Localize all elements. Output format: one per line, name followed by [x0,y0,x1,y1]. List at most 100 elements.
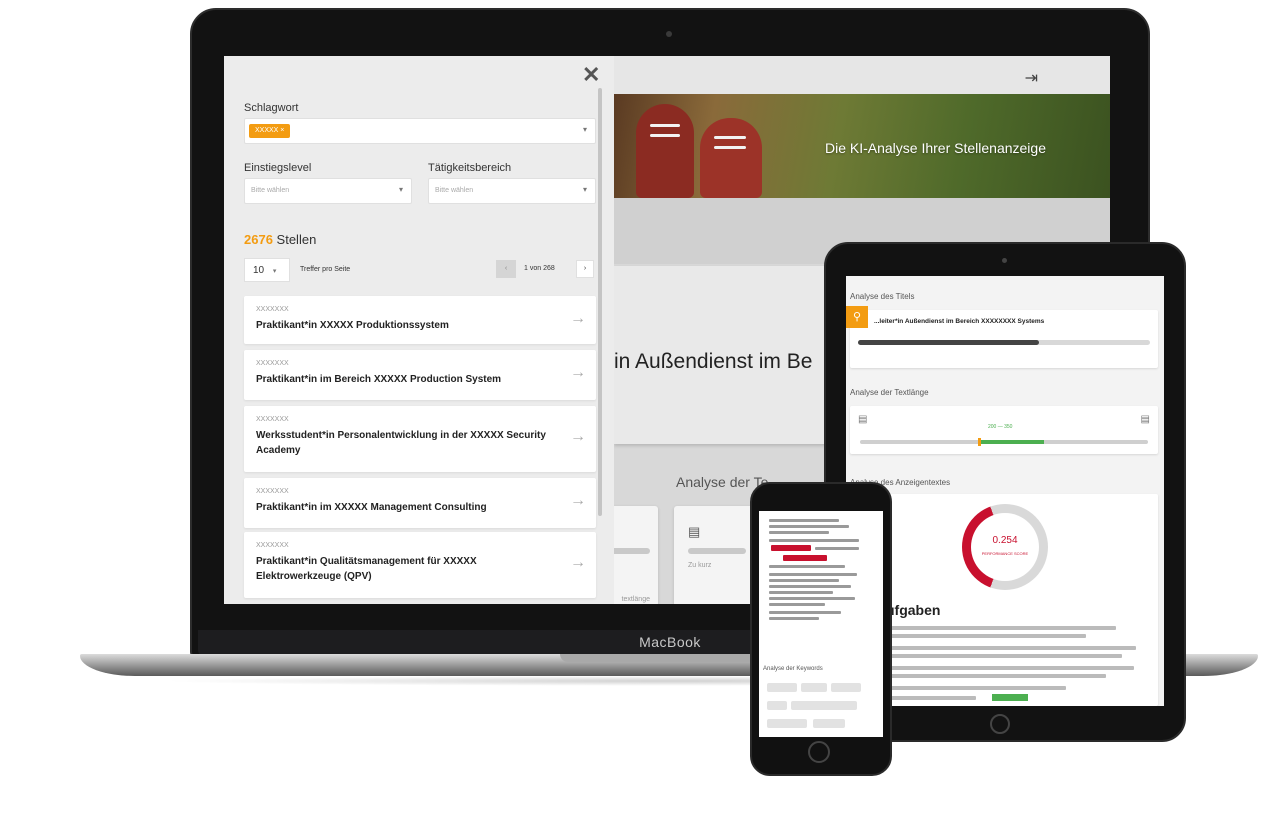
title-analysis-heading: Analyse des Titels [850,292,915,301]
result-item[interactable]: XXXXXXX Praktikant*in Qualitätsmanagemen… [244,532,596,598]
length-analysis-card: ▤ ▤ 200 — 350 [850,406,1158,454]
chevron-down-icon: ▾ [272,268,277,275]
tablet-home-button [990,714,1010,734]
text-line [815,547,859,550]
text-line [769,591,833,594]
text-line [769,585,851,588]
device-brand-label: MacBook [639,634,701,650]
highlighted-keyword [771,545,811,551]
score-label: PERFORMANCE SCORE [981,551,1029,556]
keyword-chip [831,683,861,692]
lace-decoration [714,136,746,139]
keyword-chip [813,719,845,728]
per-page-select[interactable]: 10 ▾ [244,258,290,282]
chevron-down-icon: ▾ [582,185,587,194]
document-icon: ▤ [858,414,868,425]
per-page-value: 10 [253,265,265,276]
pager-text: 1 von 268 [524,265,555,272]
arrow-right-icon: → [570,554,586,571]
lace-decoration [650,124,680,127]
card-sub-label: textlänge [621,596,650,603]
text-line [769,519,839,522]
result-count-suffix: Stellen [276,232,317,247]
text-line [769,579,839,582]
text-line [769,611,841,614]
score-value: 0.254 [992,535,1018,546]
arrow-right-icon: → [570,492,586,509]
keyword-chip [767,719,807,728]
result-title: Praktikant*in Qualitätsmanagement für XX… [256,556,477,582]
text-line [886,646,1136,650]
lace-decoration [714,146,746,149]
tablet-screen: Analyse des Titels ...leiter*in Außendie… [846,276,1164,706]
keyword-chip [767,683,797,692]
result-count-number: 2676 [244,232,273,247]
result-company: XXXXXXX [256,416,289,423]
keyword-chip [801,683,827,692]
sidebar-scrollbar[interactable] [598,88,602,516]
title-score-bar [858,340,1150,345]
title-analysis-card: ...leiter*in Außendienst im Bereich XXXX… [850,310,1158,368]
logout-icon[interactable]: ⇥ [1025,68,1038,88]
result-title: Praktikant*in XXXXX Produktionssystem [256,320,449,331]
hero-banner: Die KI-Analyse Ihrer Stellenanzeige [614,94,1110,198]
text-line [769,539,859,542]
length-bar [860,438,1148,446]
text-line [886,634,1086,638]
phone-home-button [808,741,830,763]
arrow-right-icon: → [570,428,586,445]
laptop-hinge-notch [560,654,780,662]
level-select[interactable]: Bitte wählen ▾ [244,178,412,204]
result-item[interactable]: XXXXXXX Praktikant*in im Bereich XXXXX P… [244,350,596,400]
text-line [886,686,1066,690]
text-line [886,626,1116,630]
result-title: Praktikant*in im XXXXX Management Consul… [256,502,487,513]
chevron-down-icon: ▾ [398,185,403,194]
keyword-label: Schlagwort [244,102,299,114]
section-heading: ufgaben [886,602,941,618]
length-marker [978,438,982,446]
gauge-inner: 0.254 PERFORMANCE SCORE [971,513,1039,581]
filter-sidebar: ✕ Schlagwort XXXXX × ▾ Einstiegslevel Bi… [224,56,614,604]
length-analysis-heading: Analyse der Textlänge [850,388,929,397]
document-icon: ▤ [688,524,701,539]
result-item[interactable]: XXXXXXX Praktikant*in XXXXX Produktionss… [244,296,596,344]
title-score-fill [858,340,1040,345]
result-item[interactable]: XXXXXXX Werksstudent*in Personalentwickl… [244,406,596,472]
highlighted-keyword [992,694,1028,701]
close-icon[interactable]: ✕ [582,62,600,88]
analysis-bar [608,548,650,554]
text-line [769,531,829,534]
analysis-bar [688,548,746,554]
result-company: XXXXXXX [256,542,289,549]
text-line [769,573,857,576]
area-select[interactable]: Bitte wählen ▾ [428,178,596,204]
result-company: XXXXXXX [256,488,289,495]
search-icon[interactable]: ⚲ [846,306,868,328]
result-count: 2676 Stellen [244,232,316,247]
text-line [769,597,855,600]
analyzed-job-title: ...leiter*in Außendienst im Bereich XXXX… [874,318,1045,325]
result-title: Werksstudent*in Personalentwicklung in d… [256,430,546,456]
text-line [886,674,1106,678]
keyword-tag[interactable]: XXXXX × [249,124,291,138]
highlighted-keyword [783,555,827,561]
length-range: 200 — 350 [988,424,1013,430]
pager-next-button[interactable]: › [576,260,594,278]
pager-prev-button[interactable]: ‹ [496,260,516,278]
result-item[interactable]: XXXXXXX Praktikant*in im XXXXX Managemen… [244,478,596,528]
result-company: XXXXXXX [256,360,289,367]
area-placeholder: Bitte wählen [435,187,474,194]
text-line [886,654,1122,658]
level-label: Einstiegslevel [244,162,312,174]
text-line [769,603,825,606]
sneaker-image-left [636,104,694,198]
document-icon: ▤ [1140,414,1150,425]
keyword-chip [767,701,787,710]
chevron-down-icon: ▾ [582,125,587,134]
keyword-select[interactable]: XXXXX × ▾ [244,118,596,144]
performance-gauge: 0.254 PERFORMANCE SCORE [962,504,1048,590]
phone-screen: Analyse der Keywords [759,511,883,737]
text-line [886,666,1134,670]
result-company: XXXXXXX [256,306,289,313]
